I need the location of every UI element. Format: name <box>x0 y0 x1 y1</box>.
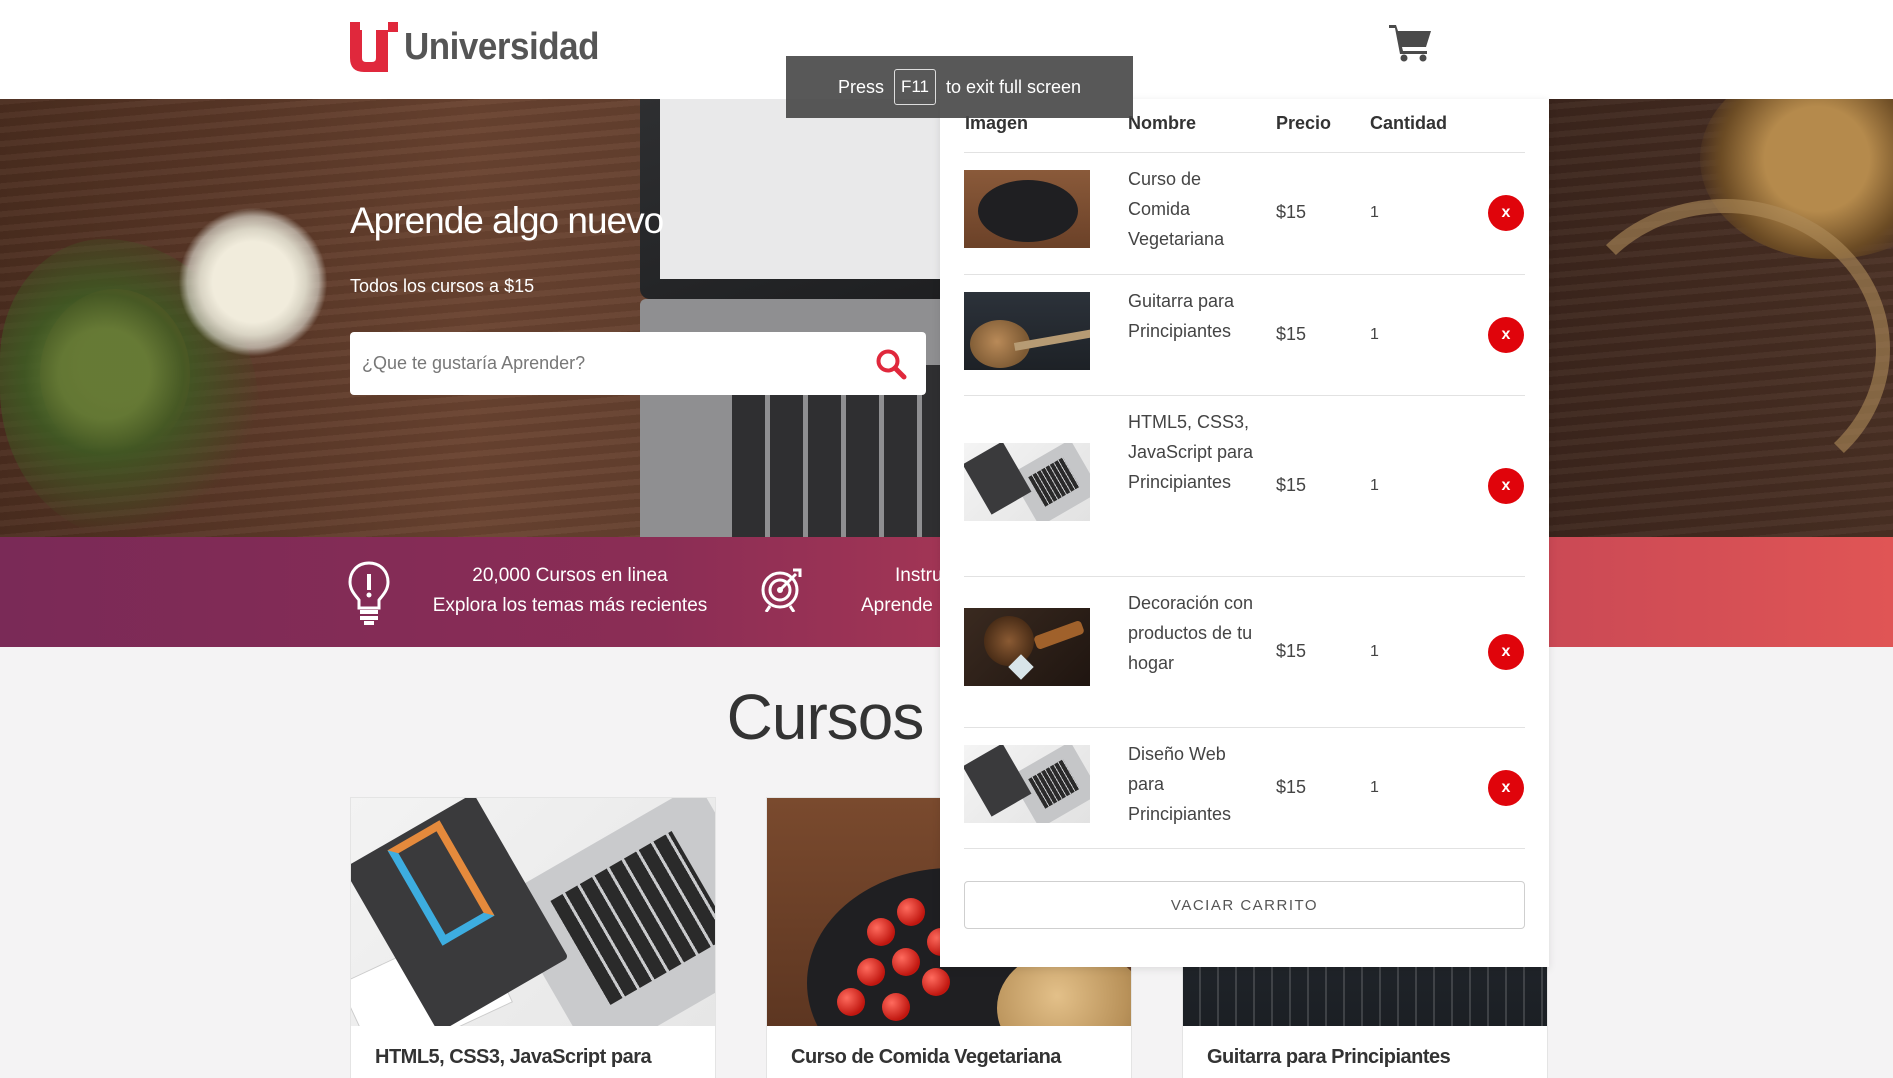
cart-item-image <box>964 608 1090 686</box>
cart-item-name: Decoración con productos de tu hogar <box>1128 593 1254 673</box>
feature-instructors-title: Instru <box>895 565 943 586</box>
course-title: Guitarra para Principiantes <box>1207 1046 1451 1068</box>
cart-item-image <box>964 170 1090 248</box>
toast-message: to exit full screen <box>946 76 1082 97</box>
course-title: Curso de Comida Vegetariana <box>791 1046 1061 1068</box>
empty-cart-button[interactable]: VACIAR CARRITO <box>964 881 1525 929</box>
remove-item-button[interactable]: x <box>1488 468 1524 504</box>
remove-item-button[interactable]: x <box>1488 634 1524 670</box>
university-logo-icon <box>350 22 398 72</box>
cart-item-price: $15 <box>1276 777 1307 797</box>
feature-courses-title: 20,000 Cursos en linea <box>472 565 668 586</box>
remove-item-button[interactable]: x <box>1488 317 1524 353</box>
cart-item-image <box>964 443 1090 521</box>
course-image <box>351 798 715 1026</box>
cart-item-name: Guitarra para Principiantes <box>1128 291 1235 341</box>
cart-item-image <box>964 292 1090 370</box>
search-input[interactable] <box>362 332 862 395</box>
cart-item-name: HTML5, CSS3, JavaScript para Principiant… <box>1128 412 1254 492</box>
shopping-cart-dropdown: Imagen Nombre Precio Cantidad Curso de C… <box>940 99 1549 967</box>
brand-name: Universidad <box>404 25 600 68</box>
cart-item-price: $15 <box>1276 202 1307 222</box>
cart-item-quantity: 1 <box>1370 643 1379 660</box>
remove-item-button[interactable]: x <box>1488 770 1524 806</box>
cart-item-quantity: 1 <box>1370 477 1379 494</box>
feature-courses: 20,000 Cursos en linea Explora los temas… <box>420 561 720 621</box>
cart-item-price: $15 <box>1276 641 1307 661</box>
fullscreen-toast: Press F11 to exit full screen <box>786 56 1133 118</box>
cart-row: Diseño Web para Principiantes $15 1 x <box>940 727 1549 848</box>
cart-item-quantity: 1 <box>1370 779 1379 796</box>
course-title: HTML5, CSS3, JavaScript para <box>375 1046 652 1068</box>
hero-subtitle: Todos los cursos a $15 <box>350 276 535 296</box>
column-header-price: Precio <box>1276 113 1332 133</box>
cart-item-name: Diseño Web para Principiantes <box>1128 744 1232 824</box>
column-header-quantity: Cantidad <box>1370 113 1448 133</box>
feature-instructors-subtitle: Aprende <box>861 595 933 616</box>
toast-press-text: Press <box>837 76 884 97</box>
cart-item-price: $15 <box>1276 324 1307 344</box>
cart-row: HTML5, CSS3, JavaScript para Principiant… <box>940 395 1549 576</box>
lightbulb-icon <box>348 561 390 625</box>
remove-item-button[interactable]: x <box>1488 195 1524 231</box>
target-icon <box>761 568 802 612</box>
cart-row: Curso de Comida Vegetariana $15 1 x <box>940 152 1549 274</box>
search-icon[interactable] <box>875 348 907 380</box>
cart-row: Guitarra para Principiantes $15 1 x <box>940 274 1549 395</box>
cart-item-name: Curso de Comida Vegetariana <box>1128 169 1225 249</box>
course-card[interactable]: HTML5, CSS3, JavaScript para <box>350 797 716 1078</box>
brand-logo[interactable]: Universidad <box>350 22 616 72</box>
column-header-name: Nombre <box>1128 113 1197 133</box>
toast-key: F11 <box>893 69 936 105</box>
cart-item-price: $15 <box>1276 475 1307 495</box>
cart-item-image <box>964 745 1090 823</box>
cart-item-quantity: 1 <box>1370 204 1379 221</box>
shopping-cart-icon[interactable] <box>1389 22 1433 62</box>
cart-item-quantity: 1 <box>1370 326 1379 343</box>
feature-courses-subtitle: Explora los temas más recientes <box>432 595 708 616</box>
search-box <box>350 332 926 395</box>
cart-row: Decoración con productos de tu hogar $15… <box>940 576 1549 727</box>
hero-title: Aprende algo nuevo <box>350 200 664 241</box>
